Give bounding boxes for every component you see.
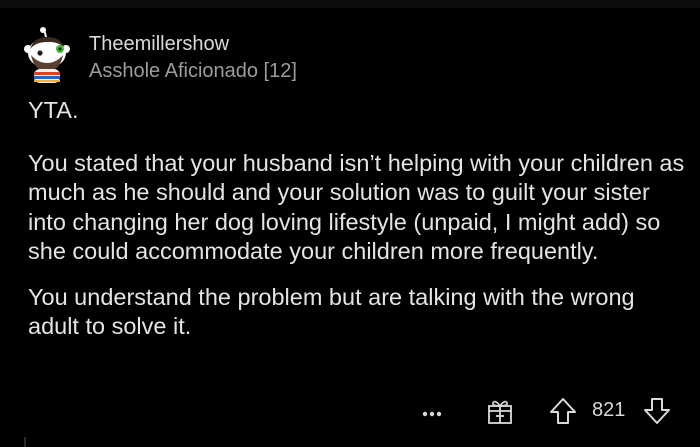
downvote-button[interactable]	[642, 396, 672, 426]
upvote-arrow-icon	[550, 398, 576, 424]
comment-paragraph: YTA.	[28, 97, 79, 123]
downvote-arrow-icon	[644, 398, 670, 424]
author-flair: Asshole Aficionado [12]	[89, 60, 297, 82]
author-username[interactable]: Theemillershow	[89, 33, 229, 56]
snoo-avatar-icon[interactable]	[20, 27, 76, 85]
comment-paragraph: You understand the problem but are talki…	[28, 283, 635, 340]
upvote-button[interactable]	[548, 396, 578, 426]
comment-body: YTA. You stated that your husband isn’t …	[28, 96, 688, 358]
comment-actions: 821	[0, 395, 700, 427]
vote-count: 821	[592, 399, 626, 421]
award-button[interactable]	[486, 397, 514, 425]
more-options-button[interactable]	[418, 401, 448, 421]
comment-paragraph: You stated that your husband isn’t helpi…	[28, 149, 685, 265]
thread-line	[24, 437, 26, 447]
more-dots-icon	[422, 411, 442, 417]
comment: Theemillershow Asshole Aficionado [12] Y…	[0, 0, 700, 447]
award-gift-icon	[488, 400, 512, 424]
